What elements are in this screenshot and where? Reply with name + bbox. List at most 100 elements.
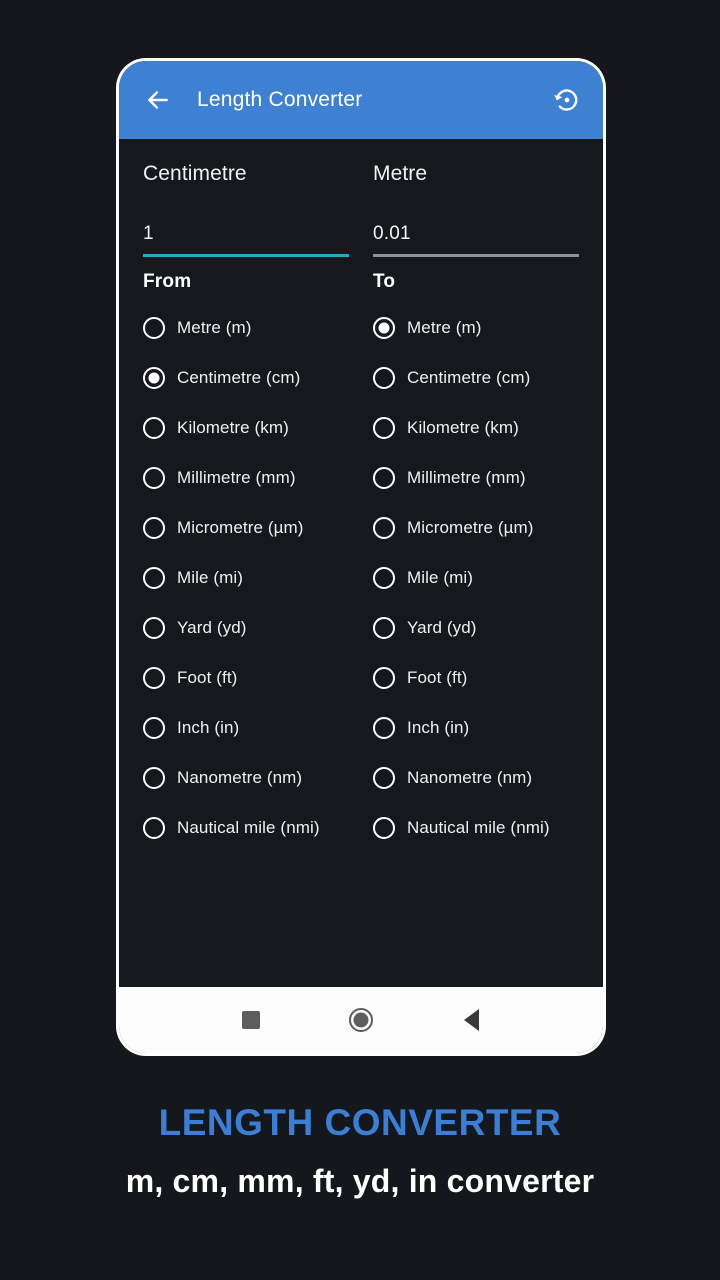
radio-item-label: Mile (mi) <box>177 568 244 587</box>
android-navigation-bar <box>119 987 603 1053</box>
radio-button-icon <box>373 317 395 339</box>
radio-item[interactable]: Millimetre (mm) <box>143 453 349 503</box>
radio-item-label: Millimetre (mm) <box>177 468 296 487</box>
radio-button-icon <box>373 467 395 489</box>
to-unit-list: Metre (m) Centimetre (cm) Kilometre (km) Mi… <box>361 303 591 987</box>
radio-item[interactable]: Nautical mile (nmi) <box>373 803 579 853</box>
caption-title: LENGTH CONVERTER <box>158 1102 562 1143</box>
from-value-input[interactable]: 1 <box>143 213 349 257</box>
radio-item[interactable]: Centimetre (cm) <box>373 353 579 403</box>
value-inputs-row: Centimetre 1 Metre 0.01 <box>119 139 603 257</box>
radio-item-label: Yard (yd) <box>407 618 477 637</box>
radio-item-label: Inch (in) <box>177 718 240 737</box>
radio-item[interactable]: Mile (mi) <box>143 553 349 603</box>
radio-item[interactable]: Millimetre (mm) <box>373 453 579 503</box>
screenshot-root: Length Converter Centimetre 1 Metre 0.01… <box>0 0 720 1280</box>
page-title: Length Converter <box>197 88 363 111</box>
radio-button-icon <box>373 367 395 389</box>
from-section: From <box>131 271 361 293</box>
radio-item-label: Nautical mile (nmi) <box>407 818 550 837</box>
from-label: From <box>143 271 192 292</box>
radio-item[interactable]: Centimetre (cm) <box>143 353 349 403</box>
radio-item[interactable]: Foot (ft) <box>143 653 349 703</box>
reset-history-button[interactable] <box>549 82 585 118</box>
radio-item-label: Micrometre (µm) <box>407 518 534 537</box>
radio-item-label: Millimetre (mm) <box>407 468 526 487</box>
home-circle-icon <box>349 1008 373 1032</box>
radio-button-icon <box>143 717 165 739</box>
radio-item[interactable]: Nanometre (nm) <box>373 753 579 803</box>
radio-item[interactable]: Inch (in) <box>143 703 349 753</box>
radio-button-icon <box>143 767 165 789</box>
phone-screen: Length Converter Centimetre 1 Metre 0.01… <box>119 61 603 1053</box>
to-value-input[interactable]: 0.01 <box>373 213 579 257</box>
radio-item[interactable]: Kilometre (km) <box>143 403 349 453</box>
radio-item[interactable]: Inch (in) <box>373 703 579 753</box>
from-unit-name: Centimetre <box>143 162 247 185</box>
home-button[interactable] <box>306 987 416 1053</box>
radio-item-label: Metre (m) <box>407 318 482 337</box>
phone-device-frame: Length Converter Centimetre 1 Metre 0.01… <box>116 58 606 1056</box>
radio-button-icon <box>143 667 165 689</box>
radio-button-icon <box>143 367 165 389</box>
radio-item[interactable]: Kilometre (km) <box>373 403 579 453</box>
restore-history-icon <box>554 89 578 111</box>
radio-item-label: Kilometre (km) <box>407 418 519 437</box>
system-back-button[interactable] <box>416 987 526 1053</box>
converter-content: Centimetre 1 Metre 0.01 From To Metre (m… <box>119 139 603 987</box>
radio-button-icon <box>143 517 165 539</box>
arrow-left-icon <box>148 91 168 109</box>
to-label: To <box>373 271 396 292</box>
to-unit-name: Metre <box>373 162 428 185</box>
radio-item[interactable]: Micrometre (µm) <box>373 503 579 553</box>
radio-button-icon <box>373 567 395 589</box>
radio-button-icon <box>143 617 165 639</box>
radio-item-label: Inch (in) <box>407 718 470 737</box>
radio-button-icon <box>143 467 165 489</box>
radio-button-icon <box>373 417 395 439</box>
radio-item[interactable]: Metre (m) <box>373 303 579 353</box>
radio-item[interactable]: Yard (yd) <box>143 603 349 653</box>
radio-button-icon <box>373 667 395 689</box>
radio-item-label: Nanometre (nm) <box>177 768 303 787</box>
radio-item[interactable]: Yard (yd) <box>373 603 579 653</box>
radio-button-icon <box>373 817 395 839</box>
to-input-group: Metre 0.01 <box>361 161 591 257</box>
radio-button-icon <box>373 767 395 789</box>
radio-item-label: Yard (yd) <box>177 618 247 637</box>
from-unit-list: Metre (m) Centimetre (cm) Kilometre (km) Mi… <box>131 303 361 987</box>
radio-item-label: Centimetre (cm) <box>177 368 301 387</box>
radio-button-icon <box>143 817 165 839</box>
radio-item-label: Nanometre (nm) <box>407 768 533 787</box>
section-labels-row: From To <box>119 257 603 293</box>
radio-item-label: Mile (mi) <box>407 568 474 587</box>
back-triangle-icon <box>463 1009 479 1031</box>
promo-caption: LENGTH CONVERTER m, cm, mm, ft, yd, in c… <box>0 1100 720 1204</box>
radio-button-icon <box>143 317 165 339</box>
radio-button-icon <box>143 417 165 439</box>
recents-square-icon <box>242 1011 260 1029</box>
radio-item[interactable]: Mile (mi) <box>373 553 579 603</box>
caption-subtitle: m, cm, mm, ft, yd, in converter <box>125 1163 595 1199</box>
recents-button[interactable] <box>196 987 306 1053</box>
radio-button-icon <box>373 717 395 739</box>
back-button[interactable] <box>141 83 175 117</box>
radio-item[interactable]: Foot (ft) <box>373 653 579 703</box>
app-bar: Length Converter <box>119 61 603 139</box>
radio-item[interactable]: Metre (m) <box>143 303 349 353</box>
radio-item-label: Micrometre (µm) <box>177 518 304 537</box>
radio-item-label: Nautical mile (nmi) <box>177 818 320 837</box>
radio-button-icon <box>373 517 395 539</box>
radio-item[interactable]: Micrometre (µm) <box>143 503 349 553</box>
radio-item[interactable]: Nautical mile (nmi) <box>143 803 349 853</box>
from-input-group: Centimetre 1 <box>131 161 361 257</box>
radio-item-label: Foot (ft) <box>177 668 238 687</box>
radio-item-label: Metre (m) <box>177 318 252 337</box>
radio-item-label: Centimetre (cm) <box>407 368 531 387</box>
radio-button-icon <box>143 567 165 589</box>
radio-item-label: Foot (ft) <box>407 668 468 687</box>
radio-button-icon <box>373 617 395 639</box>
radio-item[interactable]: Nanometre (nm) <box>143 753 349 803</box>
radio-item-label: Kilometre (km) <box>177 418 289 437</box>
to-section: To <box>361 271 591 293</box>
